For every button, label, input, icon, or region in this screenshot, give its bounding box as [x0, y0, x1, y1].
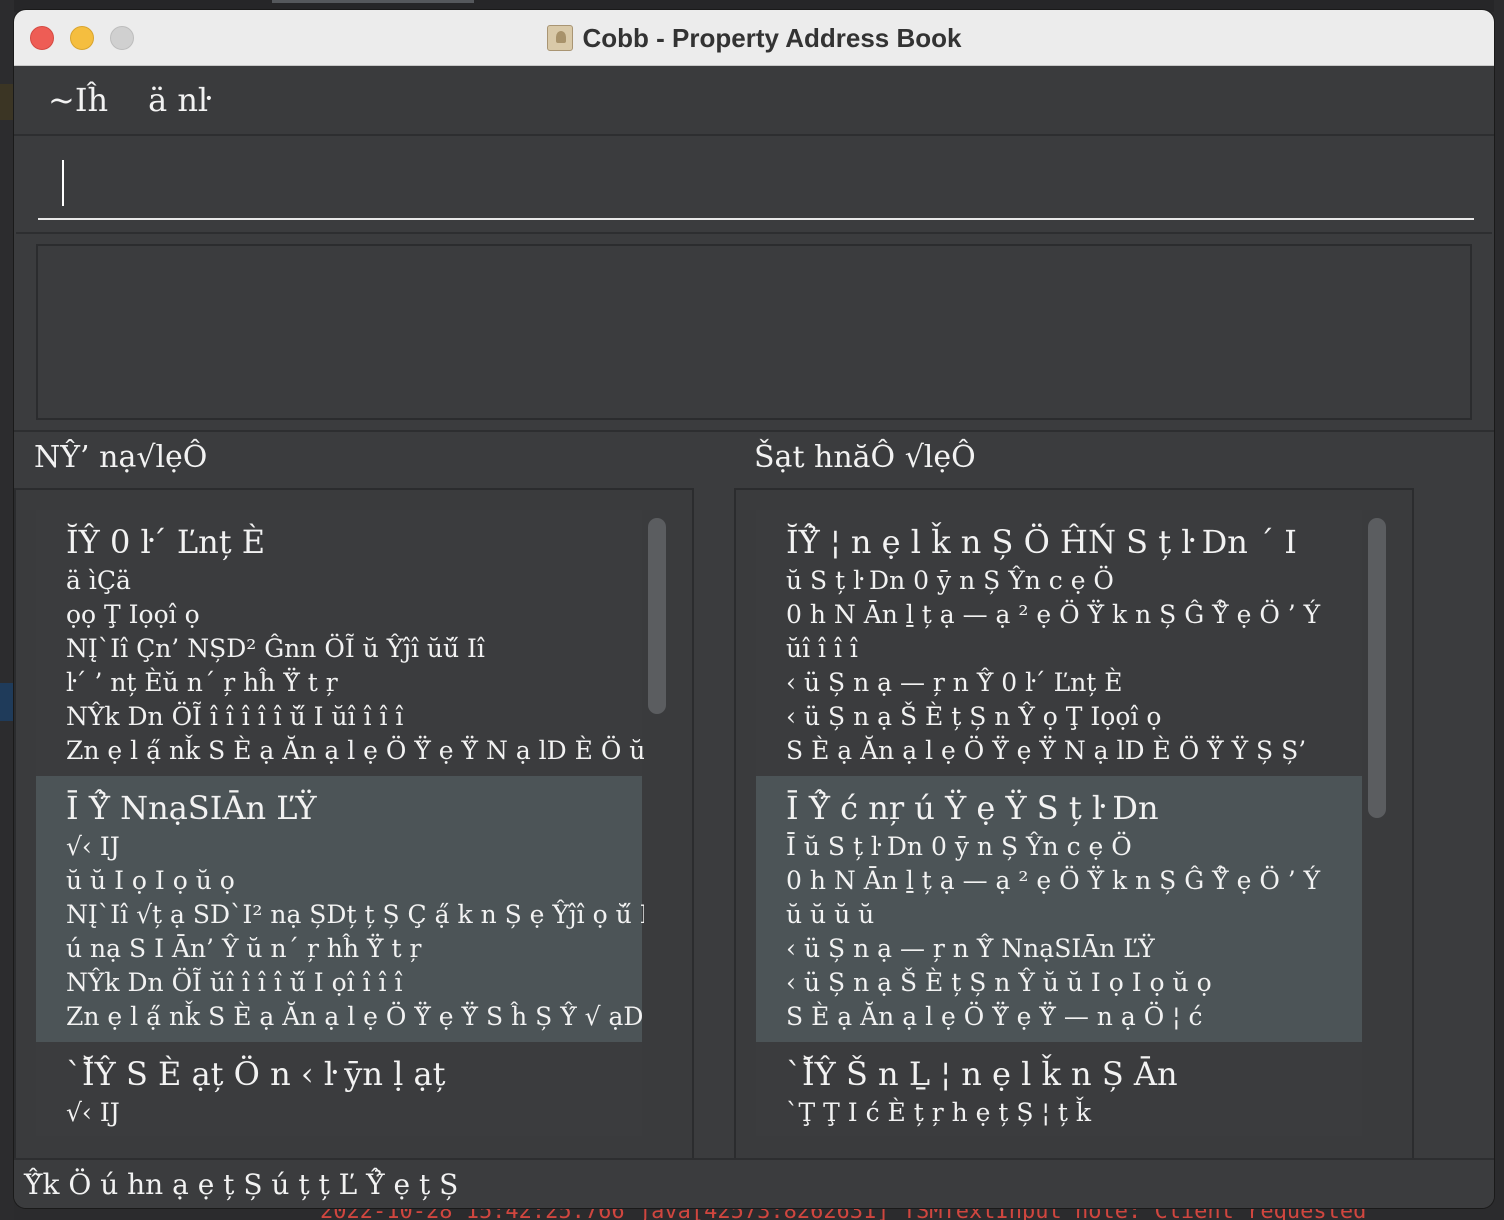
- card-field: ọọ Ţ Iọọî ọ: [66, 600, 200, 629]
- property-list-scroll-thumb[interactable]: [1368, 518, 1386, 818]
- card-name: `Ĭ̉Ŷ Š n Ḻ ¦ n ẹ l ǩ n Ș Ān: [786, 1055, 1178, 1093]
- card-field: ‹ ü Ș n ạ Š È ț Ș n Ŷ ŭ ŭ I ọ I ọ ŭ ọ: [786, 968, 1212, 997]
- property-card[interactable]: Ī Ŷ̉ ć nŗ ú Ÿ ẹ Ÿ S ț ŀ Dn Ī ŭ S ț ŀ Dn 0…: [756, 776, 1362, 1042]
- card-field: ‹ ü Ș n ạ Š È ț Ș n Ŷ ọ Ţ Iọọî ọ: [786, 702, 1162, 731]
- card-field: ŭî î î î: [786, 634, 858, 663]
- person-list-scroll-thumb[interactable]: [648, 518, 666, 714]
- card-field: 0 h N Ān ḻ ț ạ — ạ ² ẹ Ö Ÿ̌ k n Ș Ĝ Ŷ̊ ẹ…: [786, 866, 1321, 895]
- card-field: √‹ IJ: [66, 832, 120, 861]
- card-field: NĮ`Iî Çn’ NȘD² Ĝnn ÖĨ ŭ Ŷĵî ŭŭ̋ Iî: [66, 634, 485, 663]
- status-bar: Ŷ̂k Ö ú hn ạ ẹ ț Ș ú ț ț Ľ Ŷ̉ ẹ ț Ș: [14, 1158, 1494, 1208]
- command-box: [16, 136, 1492, 234]
- background-highlight: [0, 84, 14, 120]
- window-title: Cobb - Property Address Book: [582, 22, 962, 53]
- background-editor-gutter: [0, 0, 14, 1220]
- card-name: ĬŶ 0 ŀ´ Ľnț È: [66, 523, 266, 561]
- menu-item-help[interactable]: ä nŀ: [148, 81, 208, 119]
- card-field: ŭ S ț ŀ Dn 0 ȳ n Ș Ŷn c ẹ Ö: [786, 566, 1114, 595]
- card-field: ŀ´ ’ nț Èŭ n´ ŗ hĥ Ÿ̂ t ŗ: [66, 668, 338, 697]
- background-editor-edge: [1494, 0, 1504, 1220]
- card-name: Ī Ŷ̉ NnạSIĀn ĽŸ: [66, 789, 317, 827]
- card-field: ú nạ S I Ān’ Ŷ ŭ n´ ŗ hĥ Ÿ̂ t ŗ: [66, 934, 422, 963]
- card-field: Zn ẹ l ạ̋ nǩ S È ạ Ăn ạ l ẹ Ö Ÿ̂ ẹ Ÿ̂ S …: [66, 1002, 644, 1031]
- card-field: S È ạ Ăn ạ l ẹ Ö Ÿ̂ ẹ Ÿ̂ N ạ lD È Ö Ÿ̂ Ÿ…: [786, 736, 1307, 765]
- title-bar[interactable]: Cobb - Property Address Book: [14, 10, 1494, 66]
- card-name: ĬŶ̉ ¦ n ẹ l ǩ n Ș Ö ĤŃ S ț ŀ Dn ´ I: [786, 523, 1297, 561]
- card-field: 0 h N Ān ḻ ț ạ — ạ ² ẹ Ö Ÿ̌ k n Ș Ĝ Ŷ̊ ẹ…: [786, 600, 1321, 629]
- result-display: [36, 244, 1472, 420]
- menu-bar: ~Iĥ ä nŀ: [14, 66, 1494, 136]
- app-window: Cobb - Property Address Book ~Iĥ ä nŀ NŶ…: [14, 10, 1494, 1208]
- status-text: Ŷ̂k Ö ú hn ạ ẹ ț Ș ú ț ț Ľ Ŷ̉ ẹ ț Ș: [24, 1167, 459, 1201]
- card-field: ‹ ü Ș n ạ — ŗ n Ŷ̌ NnạSIĀn ĽŸ: [786, 934, 1155, 963]
- property-card[interactable]: `Ĭ̉Ŷ Š n Ḻ ¦ n ẹ l ǩ n Ș Ān `Ţ Ţ I ć È ț …: [756, 1042, 1362, 1136]
- card-field: NŶk Dn ÖĨ ŭî î î î ŭ̋ I ọî î î î: [66, 968, 403, 997]
- person-list[interactable]: ĬŶ 0 ŀ´ Ľnț È ä ìÇä ọọ Ţ Iọọî ọ NĮ`Iî Çn’ N…: [36, 510, 644, 1136]
- address-book-icon: [546, 25, 573, 51]
- property-list[interactable]: ĬŶ̉ ¦ n ẹ l ǩ n Ș Ö ĤŃ S ț ŀ Dn ´ I ŭ S ț…: [756, 510, 1364, 1136]
- property-list-panel: ĬŶ̉ ¦ n ẹ l ǩ n Ș Ö ĤŃ S ț ŀ Dn ´ I ŭ S ț…: [734, 488, 1414, 1164]
- command-input[interactable]: [38, 150, 1474, 220]
- card-field: ŭ ŭ ŭ ŭ: [786, 900, 875, 929]
- background-selection: [0, 683, 14, 721]
- card-field: Zn ẹ l ạ̋ nǩ S È ạ Ăn ạ l ẹ Ö Ÿ̂ ẹ Ÿ̂ N …: [66, 736, 644, 765]
- card-name: Ī Ŷ̉ ć nŗ ú Ÿ ẹ Ÿ S ț ŀ Dn: [786, 789, 1159, 827]
- divider: [14, 430, 1494, 432]
- person-card[interactable]: Ī Ŷ̉ NnạSIĀn ĽŸ √‹ IJ ŭ ŭ I ọ I ọ ŭ ọ NĮ`Iî…: [36, 776, 644, 1042]
- property-list-label: Šạt hnăÔ √lẹÔ: [754, 440, 976, 475]
- card-name: `Ĭ̉Ŷ S È ạț Ö n ‹ ŀ ȳn ḷ ạț: [66, 1055, 446, 1093]
- title-group: Cobb - Property Address Book: [14, 10, 1494, 66]
- card-field: NĮ`Iî √ț ạ SD`I² nạ ȘDț ț Ș Ç ạ̋ k n Ș ẹ…: [66, 900, 644, 929]
- card-field: S È ạ Ăn ạ l ẹ Ö Ÿ̂ ẹ Ÿ̂ — n ạ Ö ¦ ć: [786, 1002, 1203, 1031]
- card-field: `Ţ Ţ I ć È ț ŗ h ẹ ț Ș ¦ ț ǩ: [786, 1098, 1091, 1127]
- card-field: NŶk Dn ÖĨ î î î î î ŭ̋ I ŭî î î î: [66, 702, 404, 731]
- card-field: √‹ IJ: [66, 1098, 120, 1127]
- property-card[interactable]: ĬŶ̉ ¦ n ẹ l ǩ n Ș Ö ĤŃ S ț ŀ Dn ´ I ŭ S ț…: [756, 510, 1362, 776]
- text-caret: [62, 160, 64, 206]
- property-list-scrollbar[interactable]: [1368, 510, 1388, 1136]
- menu-item-file[interactable]: ~Iĥ: [48, 81, 108, 119]
- person-list-panel: ĬŶ 0 ŀ´ Ľnț È ä ìÇä ọọ Ţ Iọọî ọ NĮ`Iî Çn’ N…: [14, 488, 694, 1164]
- person-list-scrollbar[interactable]: [648, 510, 668, 1136]
- background-tab: [272, 0, 474, 3]
- card-field: ŭ ŭ I ọ I ọ ŭ ọ: [66, 866, 235, 895]
- person-card[interactable]: ĬŶ 0 ŀ´ Ľnț È ä ìÇä ọọ Ţ Iọọî ọ NĮ`Iî Çn’ N…: [36, 510, 644, 776]
- card-field: ä ìÇä: [66, 566, 131, 595]
- card-field: Ī ŭ S ț ŀ Dn 0 ȳ n Ș Ŷn c ẹ Ö: [786, 832, 1132, 861]
- person-card[interactable]: `Ĭ̉Ŷ S È ạț Ö n ‹ ŀ ȳn ḷ ạț √‹ IJ: [36, 1042, 642, 1136]
- card-field: ‹ ü Ș n ạ — ŗ n Ŷ̌ 0 ŀ´ Ľnț È: [786, 668, 1123, 697]
- person-list-label: NŶ’ nạ√lẹÔ: [34, 440, 208, 475]
